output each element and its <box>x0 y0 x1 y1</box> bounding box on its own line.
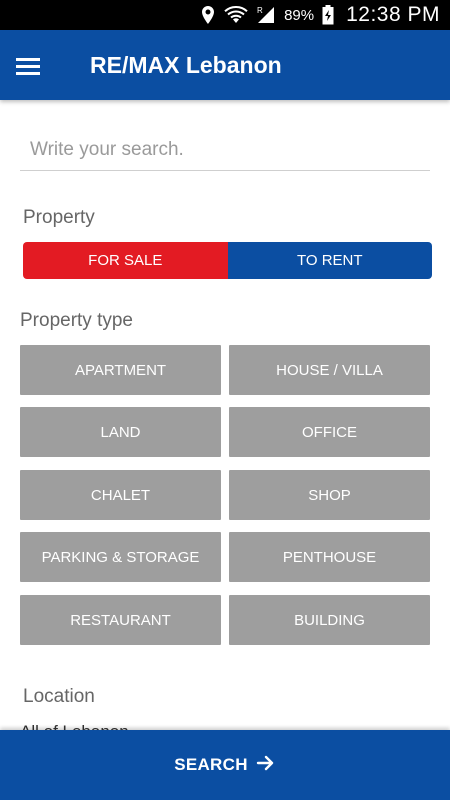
wifi-icon <box>224 6 248 24</box>
search-button[interactable]: SEARCH <box>0 730 450 800</box>
for-sale-button[interactable]: FOR SALE <box>23 242 228 279</box>
location-icon <box>200 5 216 25</box>
search-input[interactable] <box>20 132 430 168</box>
app-title: RE/MAX Lebanon <box>90 52 282 78</box>
property-label: Property <box>23 207 95 228</box>
type-parking-storage-button[interactable]: PARKING & STORAGE <box>20 532 221 582</box>
battery-charging-icon <box>322 5 334 25</box>
status-icons: R 89% 12:38 PM <box>200 0 440 30</box>
type-office-button[interactable]: OFFICE <box>229 407 430 457</box>
type-shop-button[interactable]: SHOP <box>229 470 430 520</box>
arrow-right-icon <box>256 754 276 777</box>
signal-icon: R <box>256 5 276 25</box>
property-segmented-control: FOR SALE TO RENT <box>23 242 432 279</box>
clock: 12:38 PM <box>346 3 440 26</box>
svg-text:R: R <box>257 6 263 15</box>
search-button-label: SEARCH <box>174 755 248 774</box>
type-building-button[interactable]: BUILDING <box>229 595 430 645</box>
battery-percent: 89% <box>284 6 315 24</box>
type-house-villa-button[interactable]: HOUSE / VILLA <box>229 345 430 395</box>
location-label: Location <box>23 686 95 707</box>
type-land-button[interactable]: LAND <box>20 407 221 457</box>
status-bar: R 89% 12:38 PM <box>0 0 450 30</box>
property-type-label: Property type <box>20 310 133 331</box>
search-field <box>20 132 430 171</box>
type-apartment-button[interactable]: APARTMENT <box>20 345 221 395</box>
hamburger-menu-icon[interactable] <box>16 52 64 80</box>
to-rent-button[interactable]: TO RENT <box>227 242 432 279</box>
type-chalet-button[interactable]: CHALET <box>20 470 221 520</box>
type-penthouse-button[interactable]: PENTHOUSE <box>229 532 430 582</box>
type-restaurant-button[interactable]: RESTAURANT <box>20 595 221 645</box>
app-bar: RE/MAX Lebanon <box>0 30 450 100</box>
